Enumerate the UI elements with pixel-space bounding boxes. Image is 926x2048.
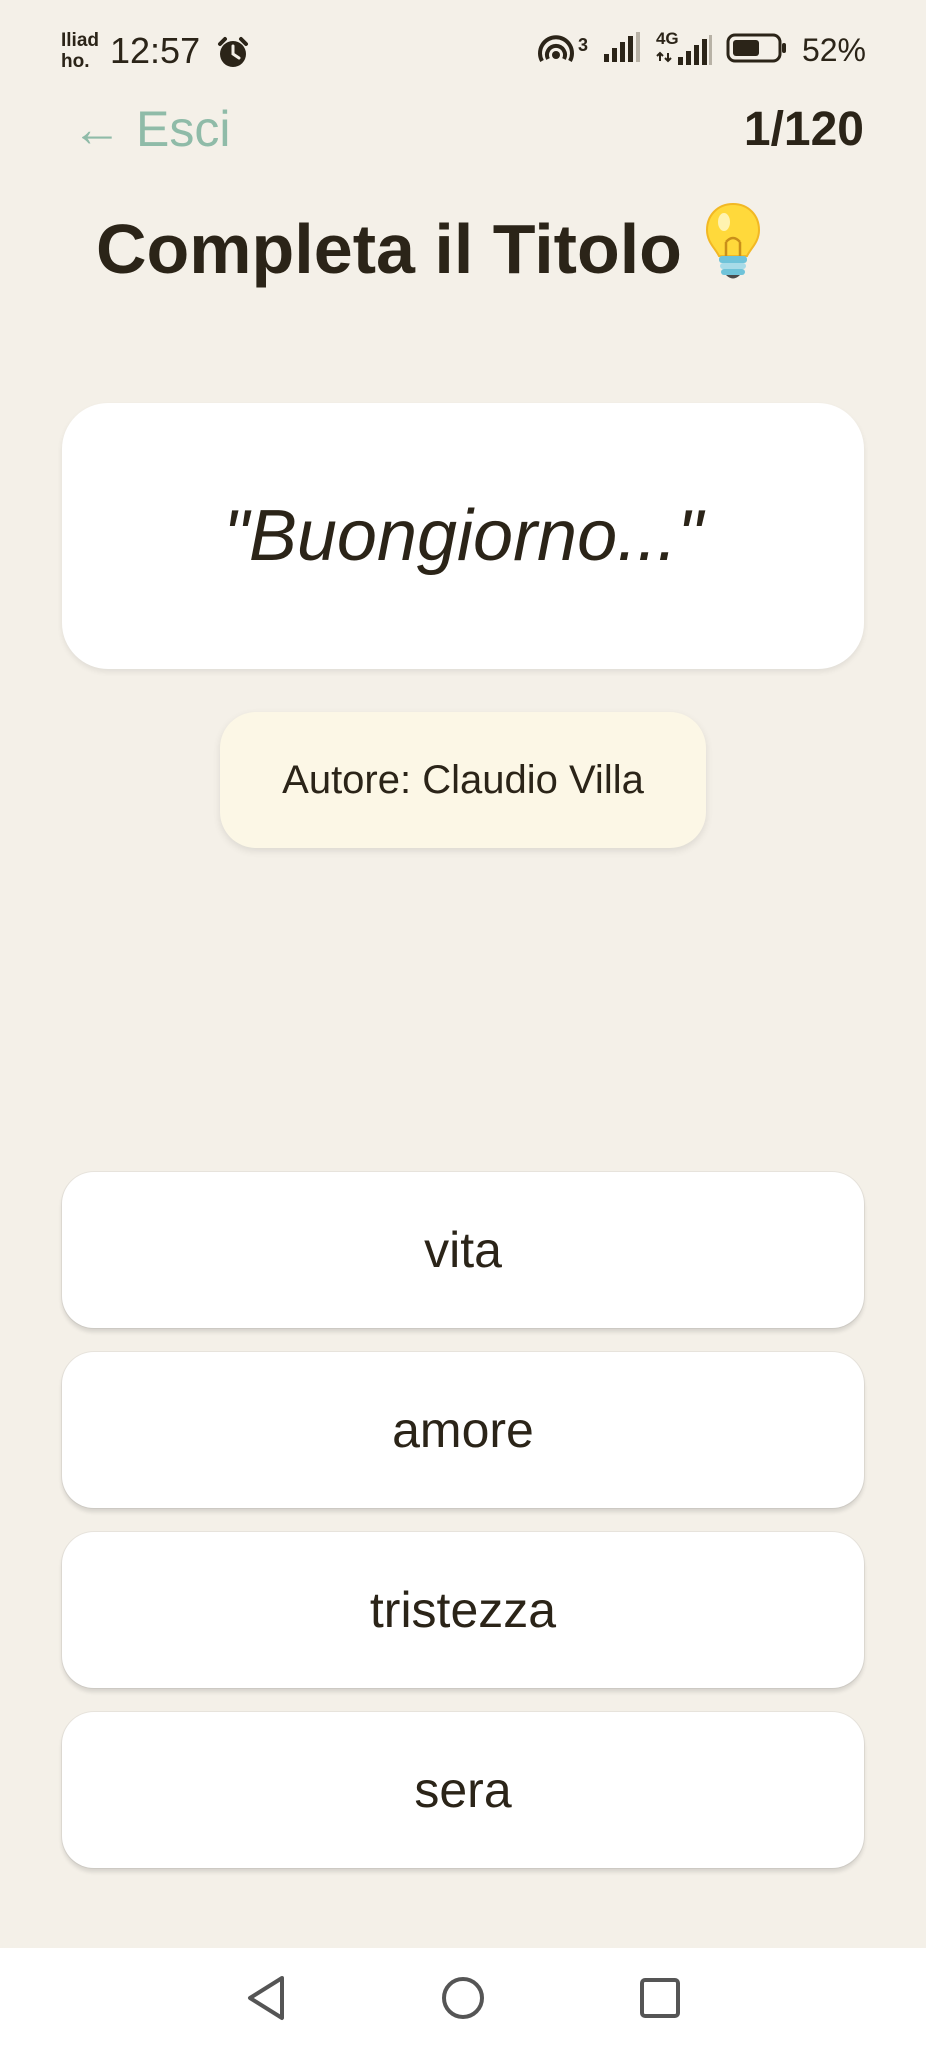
recents-icon (640, 1978, 680, 2018)
nav-home-button[interactable] (433, 1968, 493, 2028)
system-nav-bar (0, 1948, 926, 2048)
page-title: Completa il Titolo (96, 210, 682, 288)
quiz-screen: Iliad ho. 12:57 3 4G 52% ← Esci 1/120 Co… (0, 0, 926, 2048)
answer-option-tristezza[interactable]: tristezza (62, 1532, 864, 1688)
network-label: 4G (655, 28, 679, 48)
exit-label: Esci (136, 101, 231, 157)
status-clock: 12:57 (110, 30, 201, 71)
question-text: "Buongiorno..." (223, 496, 703, 576)
question-counter: 1/120 (743, 103, 864, 156)
back-arrow-icon: ← (72, 101, 122, 157)
lightbulb-icon (702, 200, 764, 298)
alarm-icon (216, 36, 250, 75)
status-bar: Iliad ho. 12:57 3 4G 52% (0, 0, 926, 100)
question-card: "Buongiorno..." (62, 403, 864, 669)
hotspot-count: 3 (577, 34, 588, 55)
nav-recents-button[interactable] (630, 1968, 690, 2028)
answer-option-amore[interactable]: amore (62, 1352, 864, 1508)
nav-back-button[interactable] (236, 1968, 296, 2028)
author-badge: Autore: Claudio Villa (220, 712, 706, 848)
back-icon (248, 1976, 284, 2020)
hotspot-icon: 3 (536, 35, 588, 67)
page-title-container: Completa il Titolo (96, 200, 764, 298)
home-icon (442, 1977, 484, 2019)
answer-option-vita[interactable]: vita (62, 1172, 864, 1328)
exit-button[interactable]: ← Esci (72, 100, 230, 158)
battery-percentage: 52% (801, 32, 866, 68)
4g-signal-icon: 4G (656, 29, 712, 67)
status-icons: 3 4G 52% (536, 29, 866, 69)
signal-icon (602, 32, 642, 69)
answer-option-sera[interactable]: sera (62, 1712, 864, 1868)
battery-icon (726, 32, 788, 69)
